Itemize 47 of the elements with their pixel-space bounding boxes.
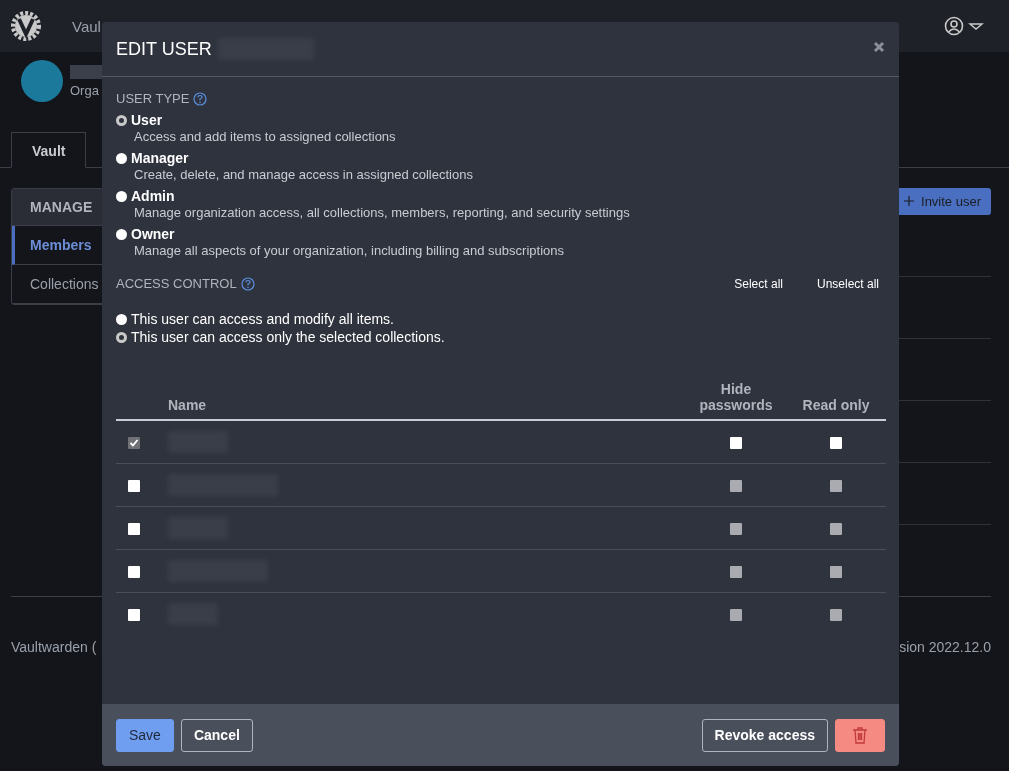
radio-button[interactable] <box>116 228 127 240</box>
radio-label: User <box>131 112 163 128</box>
radio-label: Admin <box>131 188 175 204</box>
radio-button[interactable] <box>116 114 127 126</box>
dialog-title: EDIT USER <box>116 38 212 60</box>
help-icon[interactable] <box>193 91 208 106</box>
option-description: Create, delete, and manage access in assigned collections <box>133 167 474 182</box>
select-link[interactable]: Unselect all <box>816 276 879 291</box>
section-heading: USER TYPE <box>116 91 190 106</box>
column-header: Read only <box>786 375 886 420</box>
radio-label: Owner <box>131 226 175 242</box>
cancel-button[interactable]: Cancel <box>180 718 253 752</box>
help-icon[interactable] <box>240 276 255 291</box>
revoke-access-button[interactable]: Revoke access <box>701 718 828 752</box>
radio-button[interactable] <box>116 152 127 164</box>
option-description: Access and add items to assigned collections <box>133 129 397 144</box>
version-text: sion 2022.12.0 <box>899 639 991 655</box>
save-button[interactable]: Save <box>116 718 174 752</box>
checkbox[interactable] <box>128 522 140 535</box>
option-description: Manage all aspects of your organization, including billing and subscriptions <box>133 243 565 258</box>
radio-label: Manager <box>131 150 189 166</box>
organization-subtitle: Orga <box>70 82 100 98</box>
checkbox[interactable] <box>730 436 742 449</box>
logo-icon[interactable] <box>10 10 42 42</box>
tab[interactable]: Vault <box>11 132 87 168</box>
section-heading: ACCESS CONTROL <box>116 276 237 291</box>
radio-label: This user can access only the selected collections. <box>131 329 445 345</box>
radio-label: This user can access and modify all items. <box>131 311 394 327</box>
column-header: Hide passwords <box>686 375 786 420</box>
checkbox[interactable] <box>128 608 140 621</box>
radio-button[interactable] <box>116 313 127 325</box>
checkbox[interactable] <box>830 436 842 449</box>
close-icon[interactable] <box>873 41 885 53</box>
plus-icon <box>903 195 915 207</box>
organization-avatar <box>21 60 63 102</box>
column-header: Name <box>168 375 686 420</box>
account-icon[interactable] <box>944 16 984 36</box>
checkbox[interactable] <box>128 436 140 449</box>
nav-link[interactable]: Vaul <box>72 17 101 35</box>
checkbox[interactable] <box>128 565 140 578</box>
checkbox[interactable] <box>128 479 140 492</box>
radio-button[interactable] <box>116 190 127 202</box>
delete-button[interactable] <box>835 718 885 752</box>
select-link[interactable]: Select all <box>734 276 783 291</box>
footer-text: Vaultwarden ( <box>11 639 97 655</box>
trash-icon <box>850 725 870 745</box>
radio-button[interactable] <box>116 331 127 343</box>
